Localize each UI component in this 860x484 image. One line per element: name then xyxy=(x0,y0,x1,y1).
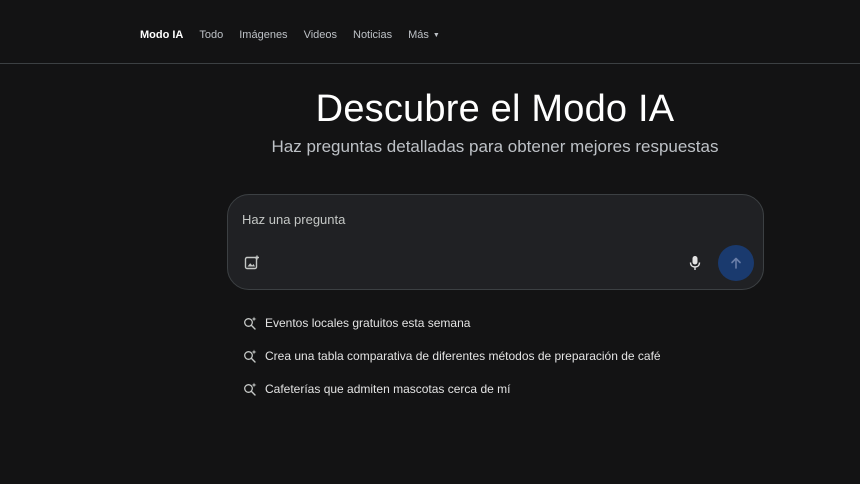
send-button[interactable] xyxy=(718,245,754,281)
tab-mas-label: Más xyxy=(408,29,429,41)
tab-noticias[interactable]: Noticias xyxy=(353,29,392,41)
ask-input[interactable] xyxy=(242,209,682,229)
page-subtitle: Haz preguntas detalladas para obtener me… xyxy=(271,137,719,156)
arrow-up-icon xyxy=(731,257,741,269)
add-image-icon xyxy=(244,255,259,270)
suggestion-item[interactable]: Cafeterías que admiten mascotas cerca de… xyxy=(243,381,661,397)
add-image-button[interactable] xyxy=(242,253,262,273)
suggestion-text: Crea una tabla comparativa de diferentes… xyxy=(265,349,661,363)
top-navigation: Modo IA Todo Imágenes Videos Noticias Má… xyxy=(0,0,860,64)
suggestion-text: Cafeterías que admiten mascotas cerca de… xyxy=(265,382,511,396)
suggestion-item[interactable]: Eventos locales gratuitos esta semana xyxy=(243,315,661,331)
tab-modo-ia[interactable]: Modo IA xyxy=(140,29,183,41)
search-sparkle-icon xyxy=(243,349,257,363)
microphone-icon xyxy=(689,256,701,270)
search-tabs: Modo IA Todo Imágenes Videos Noticias Má… xyxy=(140,29,456,41)
page-title: Descubre el Modo IA xyxy=(315,88,675,130)
suggestion-item[interactable]: Crea una tabla comparativa de diferentes… xyxy=(243,348,661,364)
tab-todo[interactable]: Todo xyxy=(199,29,223,41)
caret-down-icon: ▼ xyxy=(432,31,440,39)
search-sparkle-icon xyxy=(243,316,257,330)
microphone-button[interactable] xyxy=(684,252,706,274)
ask-box xyxy=(227,194,764,290)
tab-imagenes[interactable]: Imágenes xyxy=(239,29,287,41)
tab-mas[interactable]: Más ▼ xyxy=(408,29,440,41)
search-sparkle-icon xyxy=(243,382,257,396)
suggestion-text: Eventos locales gratuitos esta semana xyxy=(265,316,471,330)
suggestions-list: Eventos locales gratuitos esta semana Cr… xyxy=(243,315,661,414)
tab-videos[interactable]: Videos xyxy=(304,29,337,41)
